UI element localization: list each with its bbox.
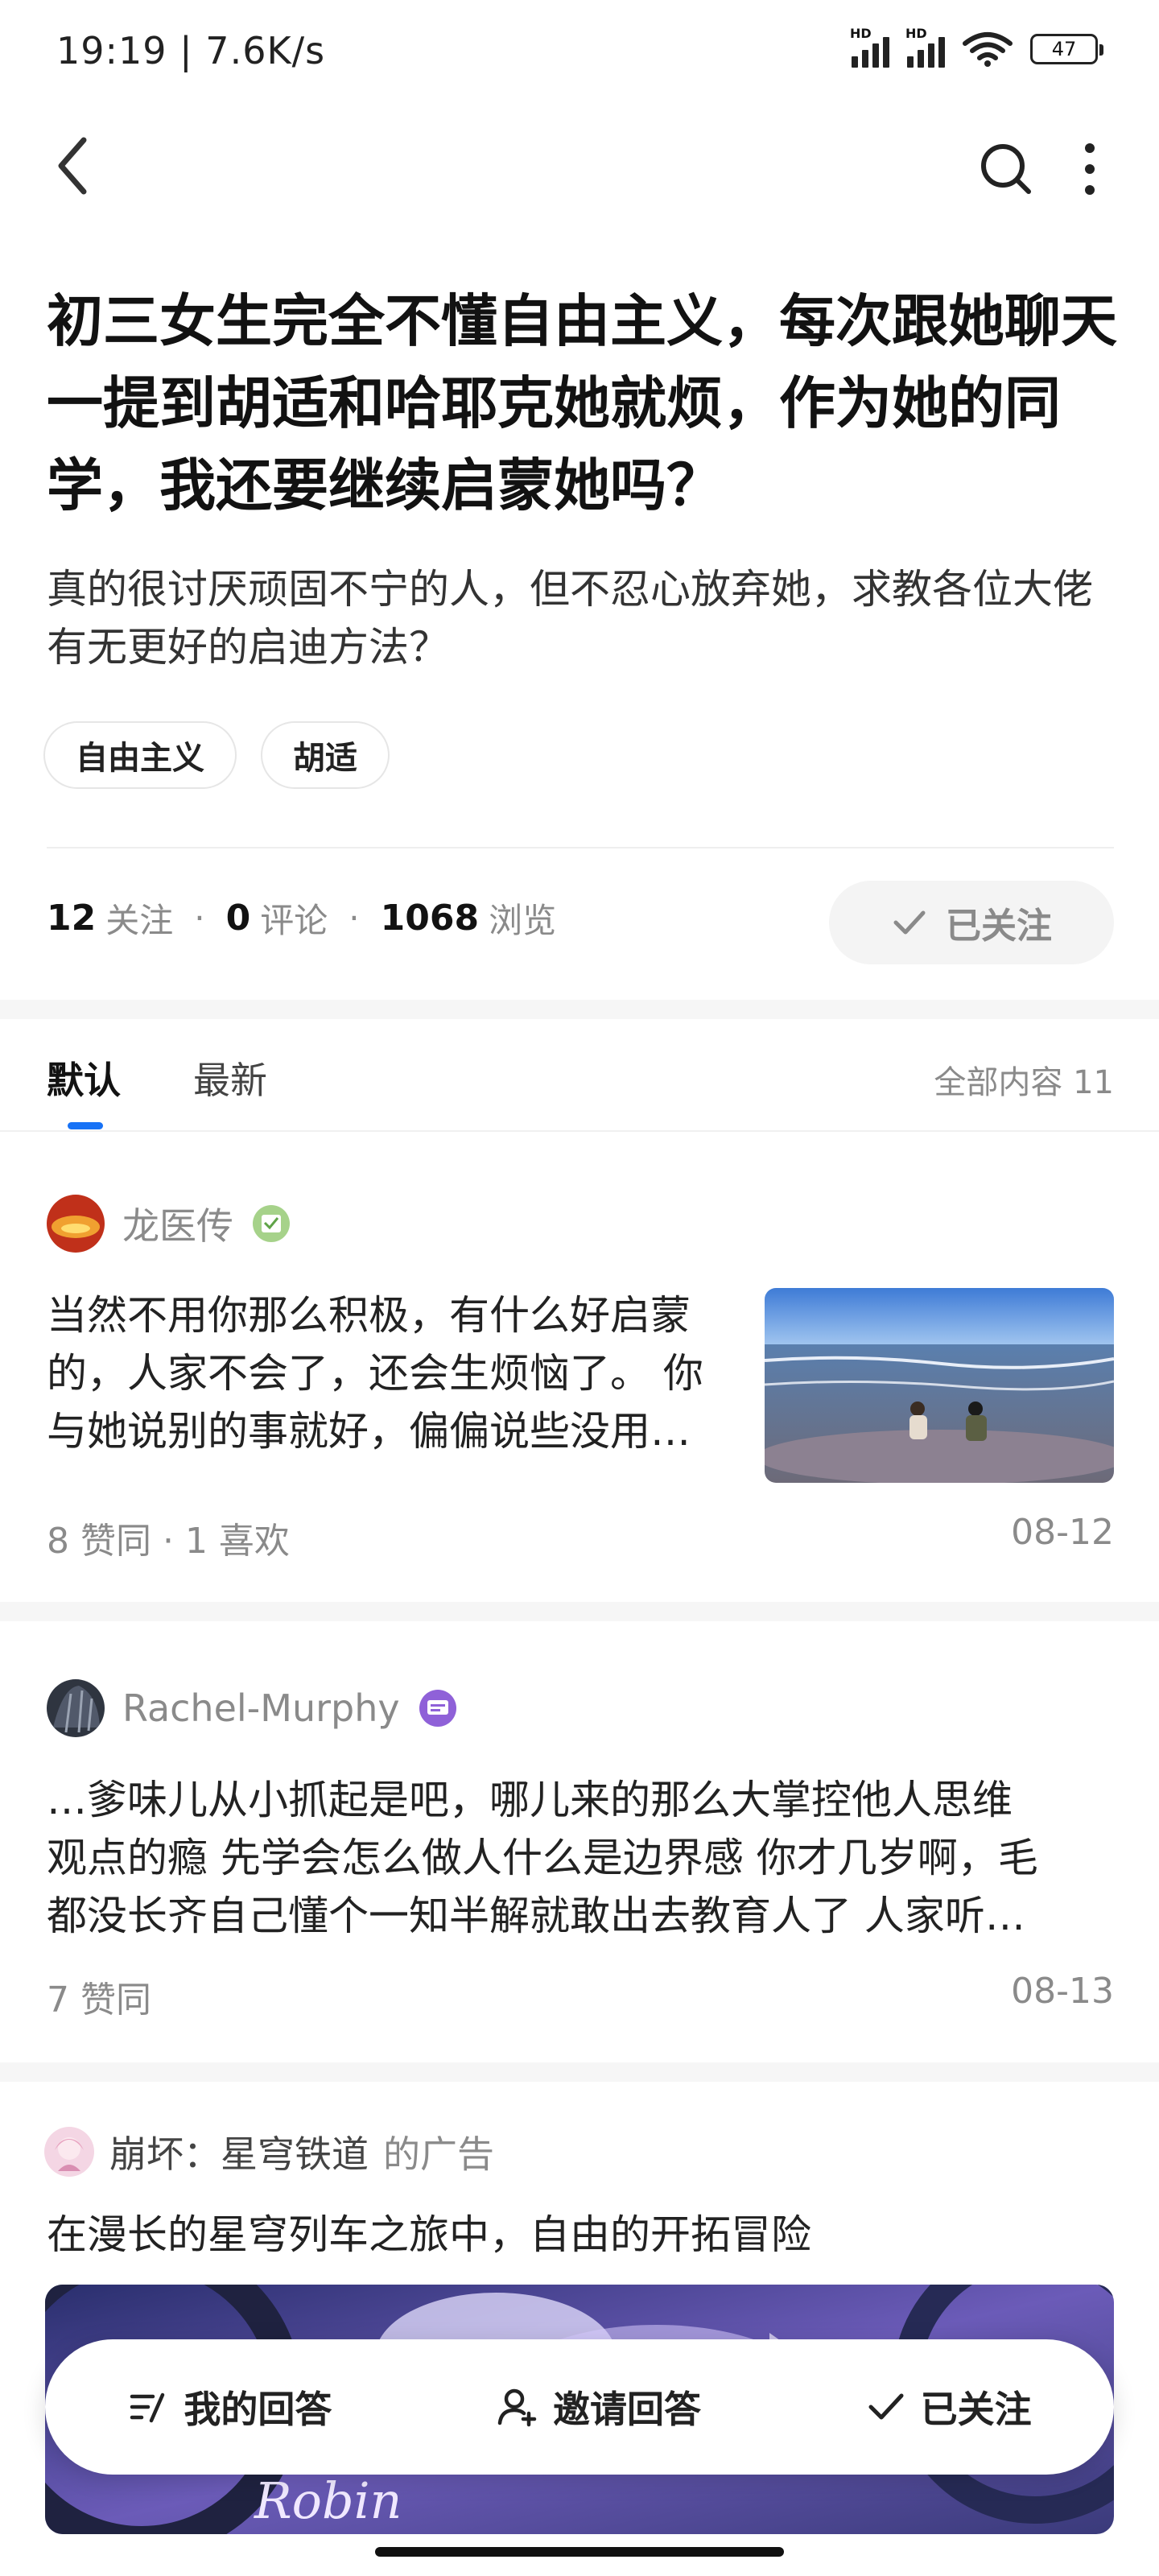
answer-line: 观点的瘾 先学会怎么做人什么是边界感 你才几岁啊，毛 — [47, 1835, 1038, 1881]
section-divider — [0, 1602, 1159, 1621]
question-description[interactable]: 真的很讨厌顽固不宁的人，但不忍心放弃她，求教各位大佬有无更好的启迪方法？ — [47, 560, 1125, 676]
ad-title[interactable]: 在漫长的星穹列车之旅中，自由的开拓冒险 — [47, 2202, 811, 2260]
question-title: 初三女生完全不懂自由主义，每次跟她聊天一提到胡适和哈耶克她就烦，作为她的同学，我… — [47, 288, 1117, 518]
advertiser-name[interactable]: 崩坏：星穹铁道 — [109, 2125, 369, 2178]
separator-dot: · — [194, 898, 205, 938]
my-answer-button[interactable]: 我的回答 — [127, 2380, 332, 2434]
ad-image-text: Robin — [254, 2471, 402, 2530]
answer-excerpt[interactable]: 当然不用你那么积极，有什么好启蒙 的，人家不会了，还会生烦恼了。 你 与她说别的… — [47, 1286, 739, 1460]
status-icons: HD HD 47 — [850, 26, 1103, 68]
topic-tag[interactable]: 胡适 — [261, 721, 390, 789]
more-vertical-icon — [1085, 143, 1095, 195]
all-content-count[interactable]: 全部内容 11 — [934, 1056, 1114, 1103]
user-badge-icon — [253, 1205, 290, 1242]
section-divider — [0, 2062, 1159, 2082]
answer-author[interactable]: Rachel-Murphy — [47, 1679, 458, 1737]
add-user-icon — [497, 2388, 537, 2427]
separator-dot: · — [349, 898, 360, 938]
question-stats: 12 关注 · 0 评论 · 1068 浏览 — [47, 894, 556, 943]
topic-tag[interactable]: 自由主义 — [43, 721, 237, 789]
answer-author[interactable]: 龙医传 — [47, 1195, 291, 1253]
answer-stats: 7 赞同 — [47, 1979, 151, 2021]
topic-tags: 自由主义 胡适 — [43, 721, 390, 789]
battery-level: 47 — [1051, 38, 1077, 60]
chevron-left-icon — [58, 137, 87, 195]
answer-line: 都没长齐自己懂个一知半解就敢出去教育人了 人家听… — [47, 1893, 1025, 1939]
answer-card[interactable]: Rachel-Murphy …爹味儿从小抓起是吧，哪儿来的那么大掌控他人思维 观… — [0, 1621, 1159, 2056]
answer-line: 当然不用你那么积极，有什么好启蒙 — [47, 1292, 691, 1339]
avatar[interactable] — [47, 1679, 105, 1737]
answer-excerpt[interactable]: …爹味儿从小抓起是吧，哪儿来的那么大掌控他人思维 观点的瘾 先学会怎么做人什么是… — [47, 1771, 1117, 1945]
top-nav — [0, 121, 1159, 209]
my-answer-label: 我的回答 — [184, 2388, 332, 2431]
answer-stats: 8 赞同 · 1 喜欢 — [47, 1521, 290, 1562]
check-icon — [893, 910, 926, 935]
follow-question-button[interactable]: 已关注 — [829, 881, 1114, 964]
more-button[interactable] — [1066, 137, 1114, 201]
advertiser-avatar — [44, 2127, 94, 2177]
ad-header[interactable]: 崩坏：星穹铁道 的广告 — [43, 2125, 494, 2178]
answer-card[interactable]: 龙医传 当然不用你那么积极，有什么好启蒙 的，人家不会了，还会生烦恼了。 你 与… — [0, 1133, 1159, 1600]
answer-line: 的，人家不会了，还会生烦恼了。 你 — [47, 1350, 703, 1397]
answer-thumbnail[interactable] — [765, 1288, 1114, 1483]
section-divider — [0, 1000, 1159, 1019]
answer-tabs: 默认 最新 全部内容 11 — [0, 1019, 1159, 1132]
status-time: 19:19 | 7.6K/s — [56, 29, 326, 72]
answer-line: …爹味儿从小抓起是吧，哪儿来的那么大掌控他人思维 — [47, 1777, 1013, 1823]
invite-answer-button[interactable]: 邀请回答 — [497, 2380, 701, 2434]
followed-button[interactable]: 已关注 — [866, 2380, 1032, 2434]
comments-label[interactable]: 评论 — [260, 894, 328, 943]
check-icon — [868, 2393, 904, 2420]
ad-label: 的广告 — [383, 2132, 494, 2176]
signal-icon-2: HD — [905, 26, 945, 68]
home-indicator[interactable] — [375, 2547, 784, 2557]
back-button[interactable] — [45, 129, 109, 201]
avatar[interactable] — [47, 1195, 105, 1253]
invite-answer-label: 邀请回答 — [552, 2388, 701, 2431]
status-bar: 19:19 | 7.6K/s HD HD 47 — [0, 0, 1159, 105]
follow-state-label: 已关注 — [946, 906, 1052, 947]
author-name[interactable]: Rachel-Murphy — [122, 1686, 400, 1730]
views-count: 1068 — [380, 898, 480, 939]
wifi-icon — [963, 32, 1013, 67]
author-name[interactable]: 龙医传 — [122, 1197, 233, 1250]
tab-latest[interactable]: 最新 — [193, 1051, 267, 1104]
user-badge-icon — [419, 1690, 456, 1727]
comments-count: 0 — [225, 898, 251, 939]
answer-date: 08-13 — [1011, 1971, 1114, 2012]
followed-label: 已关注 — [920, 2388, 1032, 2431]
search-icon — [981, 144, 1031, 194]
views-label: 浏览 — [489, 901, 557, 940]
answer-date: 08-12 — [1011, 1512, 1114, 1553]
answer-line: 与她说别的事就好，偏偏说些没用… — [47, 1408, 691, 1455]
edit-list-icon — [130, 2392, 165, 2423]
divider — [47, 847, 1114, 848]
search-button[interactable] — [974, 137, 1038, 201]
followers-count: 12 — [47, 898, 97, 939]
active-tab-indicator — [68, 1122, 103, 1129]
battery-icon: 47 — [1030, 34, 1103, 64]
signal-icon: HD — [850, 26, 889, 68]
followers-label: 关注 — [105, 901, 174, 940]
bottom-action-bar: 我的回答 邀请回答 已关注 — [45, 2339, 1114, 2475]
tab-default[interactable]: 默认 — [47, 1051, 121, 1104]
